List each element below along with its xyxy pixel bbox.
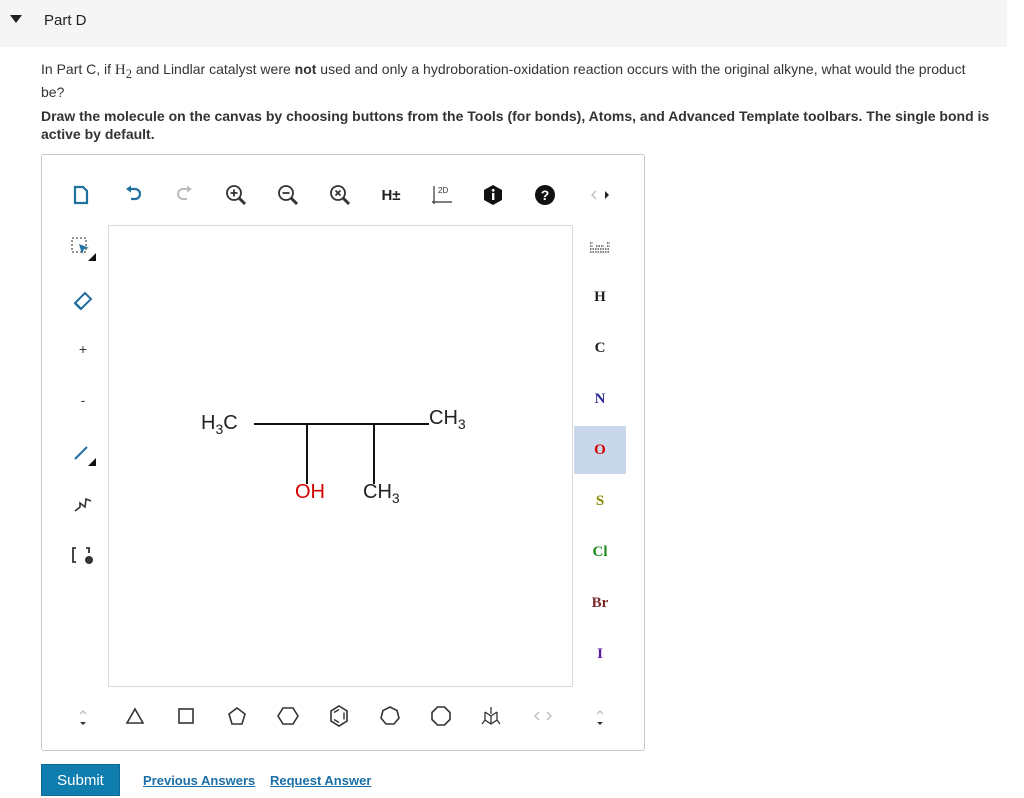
part-title: Part D (44, 12, 87, 29)
atom-button-s[interactable]: S (574, 477, 626, 525)
cyclopropane-template-icon[interactable] (120, 701, 150, 731)
clean-2d-label: 2D (438, 186, 448, 195)
previous-answers-link[interactable]: Previous Answers (143, 773, 255, 788)
request-answer-link[interactable]: Request Answer (270, 773, 371, 788)
molecule-bonds (254, 423, 429, 484)
redo-icon[interactable] (170, 180, 200, 210)
cyclobutane-template-icon[interactable] (171, 701, 201, 731)
zoom-out-icon[interactable] (273, 180, 303, 210)
h2-formula: H2 (114, 62, 133, 81)
benzene-template-icon[interactable] (324, 701, 354, 731)
ch3-right-label: CH3 (429, 407, 466, 432)
help-icon[interactable]: ? (530, 180, 560, 210)
undo-icon[interactable] (118, 180, 148, 210)
atom-button-o[interactable]: O (574, 426, 626, 474)
svg-text:?: ? (541, 187, 550, 203)
atom-button-cl[interactable]: Cl (574, 528, 626, 576)
atom-button-h[interactable]: H (574, 273, 626, 321)
zoom-reset-icon[interactable] (325, 180, 355, 210)
drawing-canvas[interactable]: H3C CH3 OH CH3 (108, 225, 573, 687)
cyclohexane-template-icon[interactable] (273, 701, 303, 731)
oh-label: OH (295, 481, 325, 503)
eraser-tool-icon[interactable] (68, 285, 98, 315)
charge-plus-button[interactable]: + (68, 334, 98, 364)
zoom-in-icon[interactable] (221, 180, 251, 210)
selection-tool-icon[interactable] (68, 233, 98, 263)
ch3-bottom-label: CH3 (363, 481, 400, 506)
hydrogen-toggle-button[interactable]: H± (376, 180, 406, 210)
submit-button[interactable]: Submit (41, 764, 120, 796)
charge-minus-button[interactable]: - (68, 385, 98, 415)
cyclooctane-template-icon[interactable] (426, 701, 456, 731)
instructions: Draw the molecule on the canvas by choos… (41, 108, 990, 142)
molecule-editor: H± 2D ? + - H3C CH3 OH CH3 H C N O S Cl … (41, 154, 645, 751)
h3c-label: H3C (201, 412, 238, 437)
chain-tool-icon[interactable] (68, 490, 98, 520)
single-bond-tool-icon[interactable] (68, 438, 98, 468)
cyclopentane-template-icon[interactable] (222, 701, 252, 731)
clear-icon[interactable] (66, 180, 96, 210)
atom-button-n[interactable]: N (574, 375, 626, 423)
part-header[interactable]: Part D (0, 0, 1007, 47)
atom-toolbar-nav-arrows[interactable] (585, 703, 615, 733)
left-toolbar-nav-arrows[interactable] (68, 703, 98, 733)
cycloheptane-template-icon[interactable] (375, 701, 405, 731)
question-text: In Part C, if H2 and Lindlar catalyst we… (41, 61, 966, 100)
collapse-caret-icon[interactable] (10, 15, 22, 23)
toolbar-nav-arrows[interactable] (585, 180, 615, 210)
atom-button-c[interactable]: C (574, 324, 626, 372)
template-nav-arrows[interactable] (528, 701, 558, 731)
clean-2d-icon[interactable]: 2D (427, 180, 457, 210)
atom-button-br[interactable]: Br (574, 579, 626, 627)
periodic-table-icon[interactable] (585, 233, 615, 263)
bicyclic-template-icon[interactable] (476, 701, 506, 731)
atom-button-i[interactable]: I (574, 630, 626, 678)
info-icon[interactable] (478, 180, 508, 210)
template-tool-icon[interactable] (68, 540, 98, 570)
